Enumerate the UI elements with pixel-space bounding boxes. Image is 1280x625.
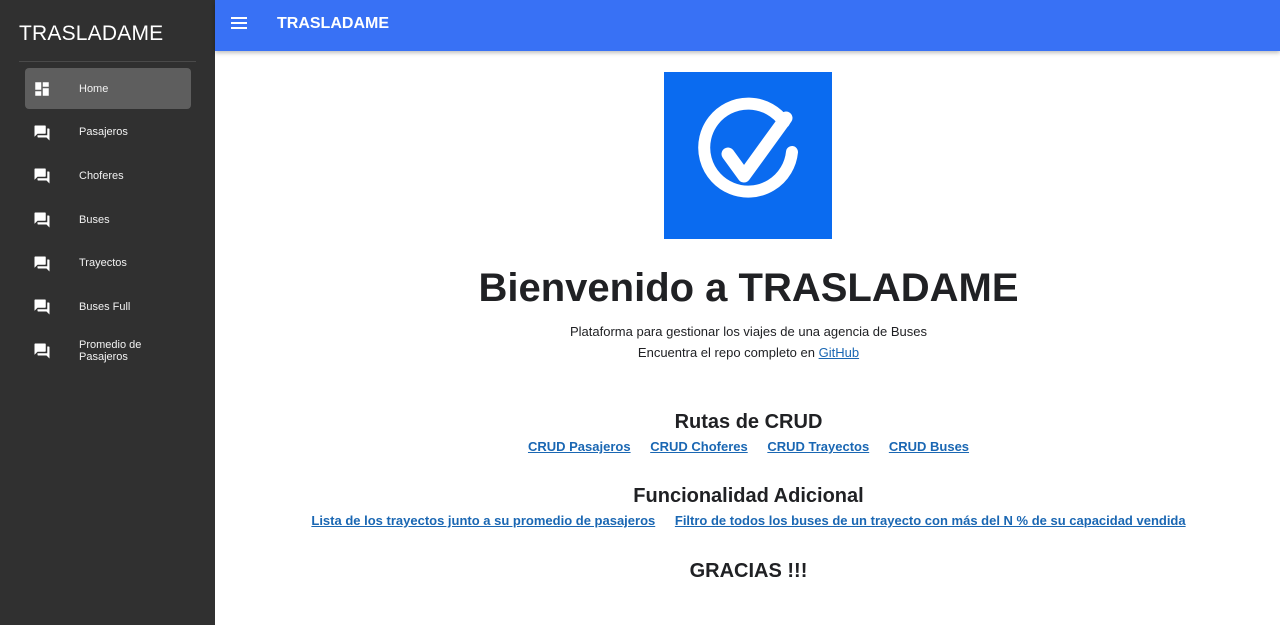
page-title: Bienvenido a TRASLADAME bbox=[478, 266, 1019, 310]
crud-buses-link[interactable]: CRUD Buses bbox=[889, 439, 969, 454]
page-subtitle: Plataforma para gestionar los viajes de … bbox=[570, 324, 927, 339]
top-app-bar: TRASLADAME bbox=[215, 0, 1280, 51]
check-circle-icon bbox=[698, 97, 798, 198]
sidebar-item-label: Trayectos bbox=[79, 257, 127, 270]
logo bbox=[664, 72, 832, 239]
app-title: TRASLADAME bbox=[277, 15, 389, 32]
sidebar-brand: TRASLADAME bbox=[19, 22, 164, 45]
sidebar-nav: Home Pasajeros Choferes Buses Trayectos … bbox=[25, 68, 191, 374]
sidebar-item-choferes[interactable]: Choferes bbox=[25, 155, 191, 196]
crud-section-title: Rutas de CRUD bbox=[674, 411, 823, 433]
buses-filtro-link[interactable]: Filtro de todos los buses de un trayecto… bbox=[675, 513, 1186, 528]
forum-icon bbox=[34, 125, 50, 141]
crud-choferes-link[interactable]: CRUD Choferes bbox=[650, 439, 748, 454]
sidebar-item-label: Buses bbox=[79, 213, 110, 226]
sidebar-item-pasajeros[interactable]: Pasajeros bbox=[25, 112, 191, 153]
forum-icon bbox=[34, 212, 50, 228]
forum-icon bbox=[34, 256, 50, 272]
trayectos-promedio-link[interactable]: Lista de los trayectos junto a su promed… bbox=[311, 513, 655, 528]
dashboard-icon bbox=[35, 82, 49, 96]
sidebar-item-trayectos[interactable]: Trayectos bbox=[25, 243, 191, 284]
forum-icon bbox=[34, 343, 50, 359]
sidebar-item-home[interactable]: Home bbox=[25, 68, 191, 109]
thanks-heading: GRACIAS !!! bbox=[689, 560, 808, 582]
sidebar-item-buses-full[interactable]: Buses Full bbox=[25, 286, 191, 327]
forum-icon bbox=[34, 168, 50, 184]
crud-links: CRUD Pasajeros CRUD Choferes CRUD Trayec… bbox=[215, 439, 1280, 454]
repo-text: Encuentra el repo completo en bbox=[637, 345, 815, 360]
crud-trayectos-link[interactable]: CRUD Trayectos bbox=[767, 439, 869, 454]
sidebar-item-label: Promedio de Pasajeros bbox=[79, 338, 142, 363]
crud-pasajeros-link[interactable]: CRUD Pasajeros bbox=[528, 439, 631, 454]
sidebar: TRASLADAME Home Pasajeros Choferes Buses… bbox=[0, 0, 215, 625]
sidebar-item-label: Choferes bbox=[79, 169, 124, 182]
sidebar-item-label: Home bbox=[79, 82, 109, 95]
github-link[interactable]: GitHub bbox=[819, 345, 859, 360]
menu-icon[interactable] bbox=[231, 17, 247, 31]
sidebar-item-label: Pasajeros bbox=[79, 126, 128, 139]
sidebar-item-buses[interactable]: Buses bbox=[25, 199, 191, 240]
extra-section-title: Funcionalidad Adicional bbox=[633, 485, 864, 507]
sidebar-divider bbox=[19, 61, 196, 62]
main-content: Bienvenido a TRASLADAME Plataforma para … bbox=[215, 51, 1280, 625]
sidebar-item-label: Buses Full bbox=[79, 300, 131, 313]
extra-links: Lista de los trayectos junto a su promed… bbox=[215, 513, 1280, 528]
forum-icon bbox=[34, 299, 50, 315]
sidebar-item-promedio-de-pasajeros[interactable]: Promedio de Pasajeros bbox=[25, 330, 191, 371]
repo-line: Encuentra el repo completo en GitHub bbox=[215, 345, 1280, 360]
